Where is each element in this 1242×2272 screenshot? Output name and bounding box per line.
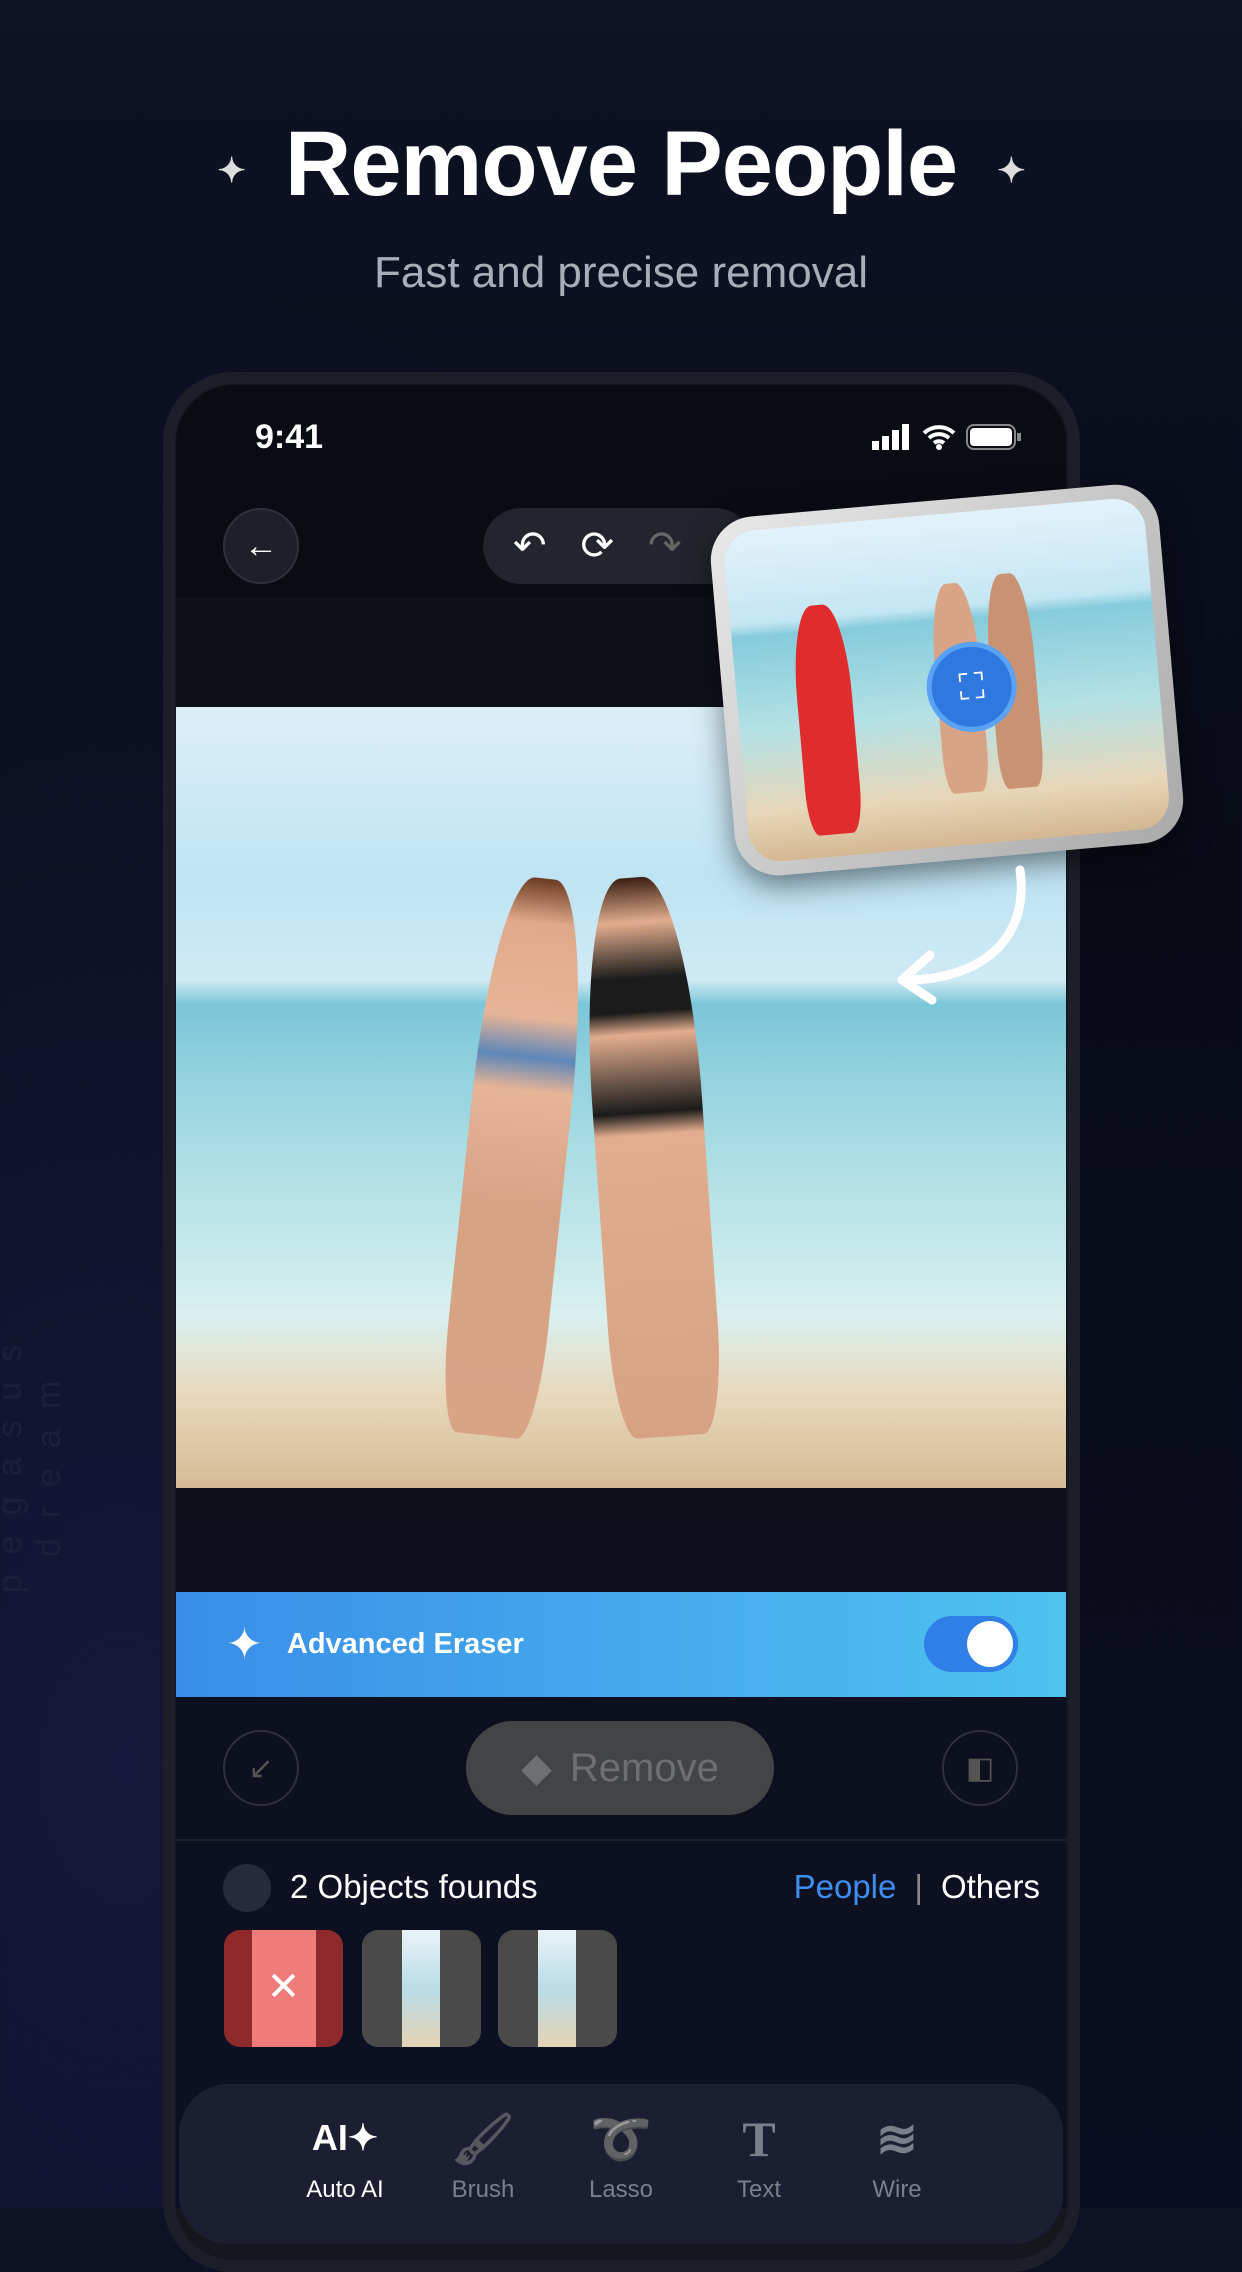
- tab-auto-ai[interactable]: AI✦ Auto AI: [295, 2110, 395, 2244]
- object-filter: People | Others: [794, 1868, 1040, 1906]
- tab-text[interactable]: T Text: [709, 2110, 809, 2244]
- redo-icon[interactable]: ↷: [648, 523, 682, 569]
- lasso-icon: ➰: [589, 2111, 653, 2167]
- remove-button[interactable]: ◆ Remove: [466, 1721, 774, 1815]
- page-subtitle: Fast and precise removal: [374, 248, 868, 297]
- filter-people[interactable]: People: [794, 1868, 897, 1906]
- advanced-eraser-bar: ✦ Advanced Eraser: [176, 1592, 1066, 1697]
- undo-icon[interactable]: ↶: [513, 523, 547, 569]
- tab-label: Auto AI: [306, 2176, 384, 2203]
- divider: [176, 1839, 1066, 1841]
- tab-brush[interactable]: 🖌 Brush: [433, 2110, 533, 2244]
- tab-label: Brush: [451, 2176, 515, 2203]
- objects-count: 2 Objects founds: [290, 1868, 538, 1905]
- filter-separator: |: [914, 1868, 923, 1905]
- sparkle-icon: ✦: [217, 151, 245, 190]
- compare-button[interactable]: ◧: [942, 1730, 1018, 1806]
- remove-label: Remove: [569, 1745, 719, 1790]
- curved-arrow-icon: [897, 865, 1026, 1005]
- back-button[interactable]: ←: [223, 508, 299, 584]
- person-right: [576, 873, 726, 1441]
- battery-icon: [966, 424, 1021, 450]
- person-left: [437, 873, 595, 1441]
- object-thumbnail[interactable]: [362, 1930, 481, 2047]
- sparkle-icon: ✦: [997, 151, 1025, 190]
- select-all-checkbox[interactable]: [223, 1864, 271, 1912]
- preview-card: ⛶: [707, 481, 1187, 879]
- wire-icon: ≋: [876, 2111, 918, 2167]
- remove-mark-icon: ✕: [266, 1965, 301, 2009]
- ai-sparkle-icon: AI✦: [311, 2117, 379, 2158]
- tab-label: Lasso: [588, 2176, 654, 2203]
- collapse-button[interactable]: ↙: [223, 1730, 299, 1806]
- page-title: ✦ Remove People ✦: [0, 112, 1242, 217]
- title-text: Remove People: [284, 113, 958, 215]
- status-icons: [872, 424, 1022, 450]
- advanced-eraser-toggle[interactable]: [924, 1616, 1018, 1672]
- wifi-icon: [922, 425, 956, 450]
- filter-others[interactable]: Others: [941, 1868, 1040, 1906]
- tool-tab-bar: AI✦ Auto AI 🖌 Brush ➰ Lasso T Text ≋ Wire: [179, 2084, 1063, 2244]
- text-icon: T: [742, 2111, 776, 2167]
- arrows-in-icon: ↙: [248, 1751, 274, 1785]
- compare-icon: ◧: [965, 1751, 995, 1785]
- person-highlighted: [789, 602, 864, 837]
- status-time: 9:41: [255, 418, 324, 456]
- tab-lasso[interactable]: ➰ Lasso: [571, 2110, 671, 2244]
- brush-icon: 🖌: [451, 2111, 515, 2167]
- signal-icon: [872, 424, 909, 450]
- tab-wire[interactable]: ≋ Wire: [847, 2110, 947, 2244]
- advanced-eraser-label: Advanced Eraser: [286, 1628, 524, 1660]
- arrow-left-icon: ←: [244, 526, 278, 565]
- reset-icon[interactable]: ⟳: [581, 523, 615, 569]
- object-thumbnail[interactable]: [498, 1930, 617, 2047]
- tab-label: Text: [736, 2176, 781, 2203]
- object-thumbnail-selected[interactable]: ✕: [224, 1930, 343, 2047]
- sparkles-icon: ✦: [226, 1620, 263, 1669]
- watermark: pegasus dream: [0, 1324, 68, 1594]
- eraser-icon: ◆: [521, 1746, 552, 1790]
- tab-label: Wire: [872, 2176, 922, 2203]
